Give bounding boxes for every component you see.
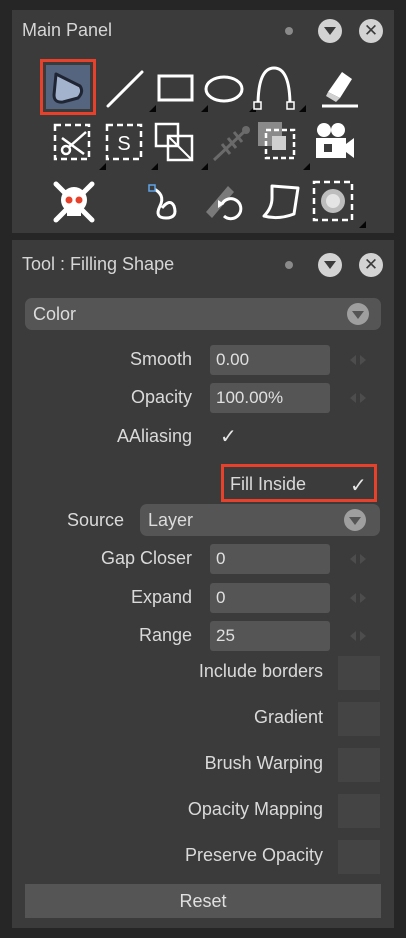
opacity-mapping-label: Opacity Mapping (187, 799, 323, 819)
brush-warping-label: Brush Warping (204, 753, 323, 773)
panel-close-button[interactable]: ✕ (359, 19, 383, 43)
close-icon: ✕ (363, 255, 379, 274)
range-value: 25 (216, 626, 235, 645)
fill-inside-row[interactable]: Fill Inside ✓ (221, 464, 377, 502)
curve-tool-icon (253, 66, 295, 110)
curve-tool-button[interactable] (252, 62, 306, 112)
reset-button[interactable]: Reset (25, 884, 381, 918)
fill-inside-label: Fill Inside (230, 474, 307, 494)
chevron-down-icon (344, 509, 366, 531)
expand-field[interactable]: 0 (210, 583, 330, 613)
expand-value: 0 (216, 588, 226, 607)
panel-menu-dot-icon[interactable] (285, 27, 293, 35)
panel-menu-dot-icon[interactable] (285, 261, 293, 269)
eraser-tool-icon (322, 72, 358, 108)
smooth-label: Smooth (129, 349, 192, 369)
blur-circle-tool-button[interactable] (312, 178, 366, 228)
include-borders-checkbox[interactable] (338, 656, 380, 690)
rectangle-tool-icon (157, 74, 194, 102)
cutter-tool-icon (53, 123, 91, 161)
aaliasing-checkbox[interactable]: ✓ (220, 424, 237, 449)
opacity-field[interactable]: 100.00% (210, 383, 330, 413)
chevron-down-icon (347, 303, 369, 325)
aaliasing-label: AAliasing (116, 426, 192, 446)
gap-closer-spin-arrows-icon[interactable] (348, 552, 372, 566)
smooth-spin-arrows-icon[interactable] (348, 353, 372, 367)
camera-frame-tool-icon (258, 122, 296, 160)
rotate-pencil-tool-button[interactable] (202, 178, 252, 228)
include-borders-label: Include borders (198, 661, 323, 681)
panel-collapse-button[interactable] (318, 19, 342, 43)
opacity-mapping-checkbox[interactable] (338, 794, 380, 828)
source-label: Source (66, 510, 124, 530)
opacity-value: 100.00% (216, 388, 284, 407)
close-icon: ✕ (363, 21, 379, 40)
expand-spin-arrows-icon[interactable] (348, 591, 372, 605)
skeleton-tool-icon (212, 126, 250, 162)
cutter-tool-button[interactable] (52, 120, 106, 170)
camera-frame-tool-button[interactable] (256, 120, 310, 170)
camera-tool-button[interactable] (312, 120, 362, 170)
expand-label: Expand (130, 587, 192, 607)
range-label: Range (138, 625, 192, 645)
gradient-label: Gradient (253, 707, 323, 727)
opacity-spin-arrows-icon[interactable] (348, 391, 372, 405)
smooth-field[interactable]: 0.00 (210, 345, 330, 375)
preserve-opacity-checkbox[interactable] (338, 840, 380, 874)
selection-tool-button[interactable]: S (104, 120, 158, 170)
gap-closer-label: Gap Closer (100, 548, 192, 568)
curl-path-tool-icon (148, 184, 177, 220)
gap-closer-field[interactable]: 0 (210, 544, 330, 574)
triangle-down-icon (324, 27, 336, 35)
brush-line-tool-icon (106, 70, 144, 108)
source-dropdown[interactable]: Layer (140, 504, 380, 536)
source-value: Layer (148, 510, 194, 530)
opacity-label: Opacity (130, 387, 192, 407)
rectangle-tool-button[interactable] (154, 62, 208, 112)
panel-close-button[interactable]: ✕ (359, 253, 383, 277)
main-panel-title: Main Panel (22, 20, 113, 40)
eraser-tool-button[interactable] (318, 62, 368, 112)
skull-crossbones-tool-button[interactable] (52, 178, 102, 228)
svg-text:S: S (117, 133, 130, 155)
geometric-fill-tool-icon (52, 72, 84, 104)
brush-line-tool-button[interactable] (102, 62, 156, 112)
range-field[interactable]: 25 (210, 621, 330, 651)
paper-tool-button[interactable] (258, 178, 308, 228)
camera-tool-icon (316, 123, 354, 158)
tool-panel: Tool : Filling Shape ✕ Color Smooth 0.00… (12, 240, 394, 928)
gradient-checkbox[interactable] (338, 702, 380, 736)
skull-crossbones-tool-icon (53, 181, 95, 223)
tool-panel-title: Tool : Filling Shape (22, 254, 175, 274)
transform-tool-button[interactable] (154, 120, 208, 170)
rotate-pencil-tool-icon (206, 186, 243, 221)
brush-warping-checkbox[interactable] (338, 748, 380, 782)
curl-path-tool-button[interactable] (144, 178, 194, 228)
paper-tool-icon (262, 184, 300, 220)
main-panel: Main Panel ✕ S (12, 10, 394, 233)
smooth-value: 0.00 (216, 350, 250, 369)
fill-inside-checkbox[interactable]: ✓ (350, 473, 367, 498)
fill-mode-dropdown[interactable]: Color (25, 298, 381, 330)
fill-mode-value: Color (33, 304, 77, 324)
gap-closer-value: 0 (216, 549, 226, 568)
triangle-down-icon (324, 261, 336, 269)
selection-tool-icon: S (105, 123, 143, 161)
geometric-fill-tool-button[interactable] (43, 62, 93, 112)
ellipse-tool-icon (204, 75, 244, 103)
skeleton-tool-button[interactable] (208, 120, 258, 170)
blur-circle-tool-icon (312, 180, 354, 222)
range-spin-arrows-icon[interactable] (348, 629, 372, 643)
panel-collapse-button[interactable] (318, 253, 342, 277)
ellipse-tool-button[interactable] (202, 62, 256, 112)
preserve-opacity-label: Preserve Opacity (184, 845, 323, 865)
transform-tool-icon (154, 122, 194, 162)
